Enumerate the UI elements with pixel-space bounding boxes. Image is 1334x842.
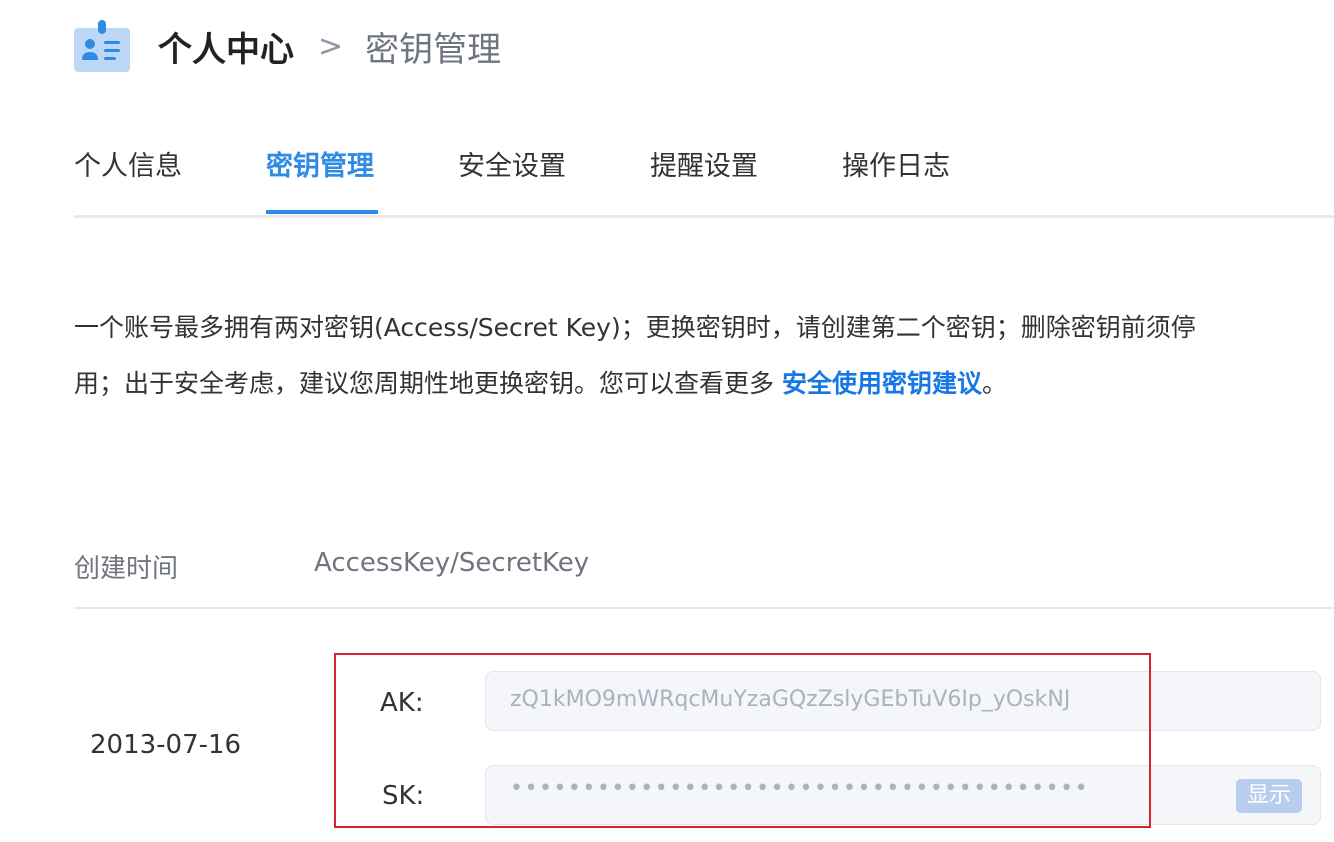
key-management-page: 个人中心 > 密钥管理 个人信息 密钥管理 安全设置 提醒设置 操作日志 一个账…: [0, 0, 1334, 842]
tab-security-settings[interactable]: 安全设置: [458, 144, 566, 183]
breadcrumb-current: 密钥管理: [365, 29, 502, 70]
sk-masked-value: ••••••••••••••••••••••••••••••••••••••••: [510, 776, 1090, 801]
ak-label: AK:: [380, 688, 424, 718]
ak-value: zQ1kMO9mWRqcMuYzaGQzZslyGEbTuV6Ip_yOskNJ: [510, 687, 1071, 712]
description-line-2-text: 用；出于安全考虑，建议您周期性地更换密钥。您可以查看更多: [74, 369, 782, 398]
ak-field[interactable]: zQ1kMO9mWRqcMuYzaGQzZslyGEbTuV6Ip_yOskNJ: [485, 671, 1321, 731]
description-line-2: 用；出于安全考虑，建议您周期性地更换密钥。您可以查看更多 安全使用密钥建议。: [74, 356, 1334, 412]
tab-key-management[interactable]: 密钥管理: [266, 144, 374, 183]
tab-personal-info[interactable]: 个人信息: [74, 144, 182, 183]
tab-reminder-settings[interactable]: 提醒设置: [650, 144, 758, 183]
active-tab-indicator: [266, 210, 378, 214]
tab-operation-log[interactable]: 操作日志: [842, 144, 950, 183]
column-header-created: 创建时间: [74, 554, 179, 584]
chevron-right-icon: >: [318, 28, 344, 64]
key-policy-description: 一个账号最多拥有两对密钥(Access/Secret Key)；更换密钥时，请创…: [74, 300, 1334, 412]
breadcrumb-root[interactable]: 个人中心: [158, 22, 294, 71]
created-date: 2013-07-16: [90, 730, 242, 760]
sk-label: SK:: [382, 781, 425, 811]
breadcrumb: 个人中心 > 密钥管理: [74, 18, 501, 74]
tab-bar: 个人信息 密钥管理 安全设置 提醒设置 操作日志: [74, 130, 1334, 218]
sk-field[interactable]: ••••••••••••••••••••••••••••••••••••••••…: [485, 765, 1321, 825]
table-header-divider: [74, 607, 1334, 609]
description-line-1: 一个账号最多拥有两对密钥(Access/Secret Key)；更换密钥时，请创…: [74, 313, 1196, 342]
show-secret-button[interactable]: 显示: [1236, 779, 1302, 813]
column-header-keys: AccessKey/SecretKey: [314, 548, 590, 578]
description-line-2-end: 。: [981, 369, 1007, 398]
user-card-icon: [74, 20, 130, 72]
security-advice-link[interactable]: 安全使用密钥建议: [782, 369, 982, 398]
